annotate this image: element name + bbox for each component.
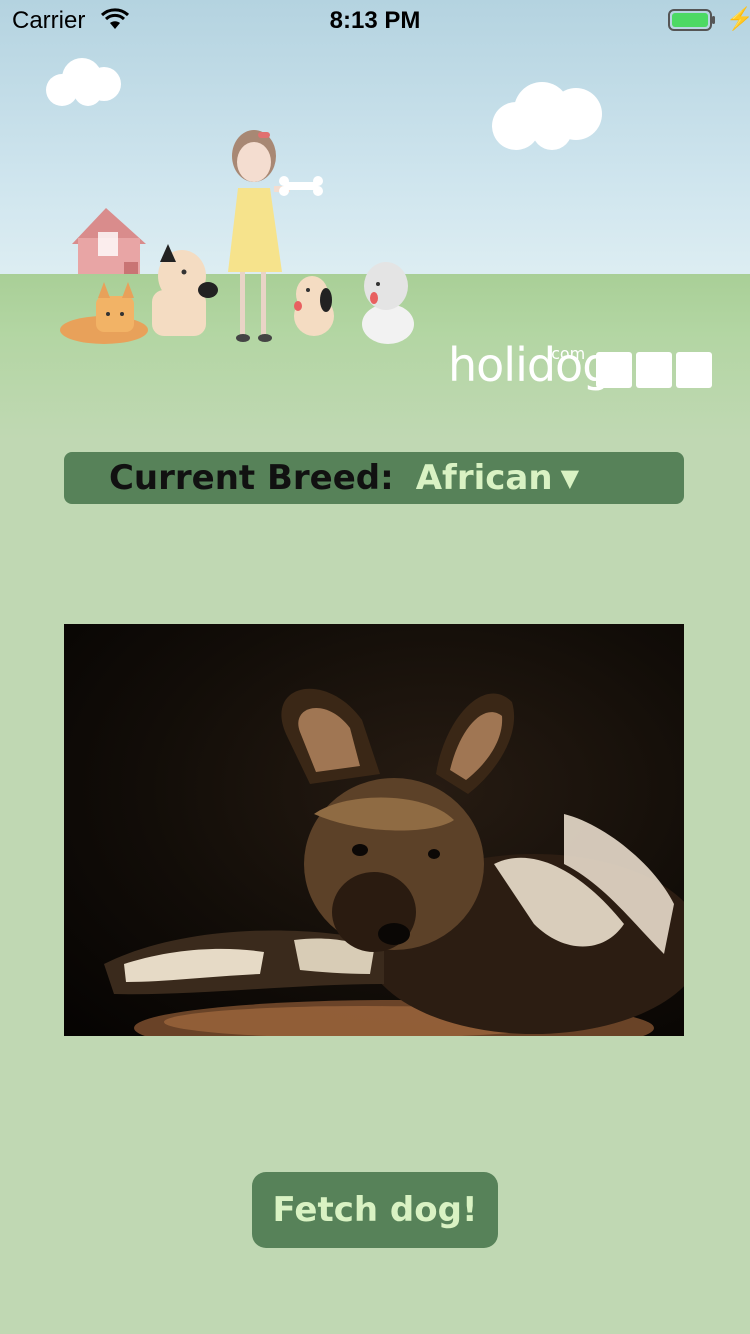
african-wild-dog-image [104, 688, 684, 1036]
charging-icon: ⚡ [726, 6, 750, 31]
holidog-logo: holidog .com [448, 338, 712, 408]
logo-text: holidog [448, 338, 611, 392]
dog-icon [152, 244, 218, 336]
logo-dog-icon [636, 352, 672, 388]
house-icon [72, 208, 146, 274]
chevron-down-icon: ▼ [560, 464, 580, 492]
dog-icon [294, 276, 334, 336]
logo-dog-icon [596, 352, 632, 388]
battery-icon [668, 9, 715, 31]
dog-icon [362, 262, 414, 344]
logo-suffix: .com [546, 344, 586, 363]
breed-selector[interactable]: Current Breed: African ▼ [64, 452, 684, 504]
breed-value: African [415, 458, 553, 498]
breed-label: Current Breed: [108, 458, 394, 498]
status-bar: Carrier 8:13 PM ⚡ [0, 0, 750, 40]
dog-photo [64, 624, 684, 1036]
logo-dog-icon [676, 352, 712, 388]
logo-dog-icons [596, 352, 712, 388]
clock: 8:13 PM [329, 7, 421, 34]
fetch-dog-button[interactable]: Fetch dog! [252, 1172, 498, 1248]
header-illustration: Carrier 8:13 PM ⚡ holidog .com [0, 0, 750, 440]
dog-icon [60, 282, 148, 344]
breed-dropdown[interactable]: African ▼ [416, 458, 579, 498]
